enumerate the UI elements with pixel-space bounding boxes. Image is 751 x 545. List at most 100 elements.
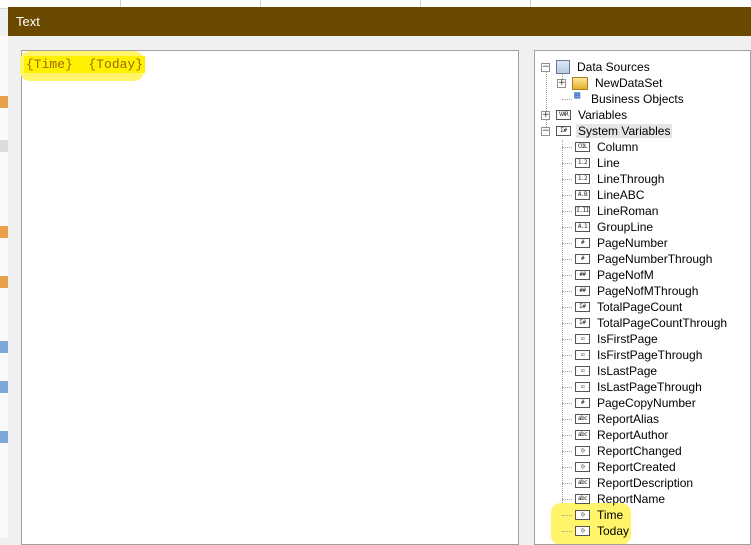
tree-node-label: Business Objects (591, 92, 684, 106)
tree-node-label: ReportAlias (597, 412, 660, 426)
expand-icon[interactable]: + (557, 78, 566, 88)
tree-node-system-variable[interactable]: A.1 GroupLine (575, 219, 655, 235)
tree-node-label: IsFirstPage (597, 332, 658, 346)
tree-node-label: ReportCreated (597, 460, 676, 474)
tree-node-system-variable[interactable]: Σ# TotalPageCount (575, 299, 684, 315)
collapse-icon[interactable]: − (541, 62, 550, 72)
tree-node-label: IsFirstPageThrough (597, 348, 703, 362)
tree-node-system-variable[interactable]: 1.2 Line (575, 155, 622, 171)
variable-type-icon: abc (575, 430, 590, 440)
tree-node-label: Column (597, 140, 639, 154)
system-variables-icon: Σ# (556, 126, 571, 136)
tree-node-system-variable[interactable]: ◷ Time (575, 507, 625, 523)
tree-node-system-variable[interactable]: ◷ ReportCreated (575, 459, 678, 475)
variable-type-icon: A.B (575, 190, 590, 200)
database-icon (556, 60, 570, 74)
tree-node-label: LineRoman (597, 204, 659, 218)
variable-type-icon: ◷ (575, 446, 590, 456)
variable-type-icon: abc (575, 494, 590, 504)
tree-node-label: PageNumberThrough (597, 252, 713, 266)
expand-icon[interactable]: + (541, 110, 550, 120)
tree-node-system-variables[interactable]: − Σ# System Variables (541, 123, 673, 139)
tree-node-label: ReportName (597, 492, 666, 506)
tree-connector (562, 515, 572, 516)
variable-type-icon: ## (575, 270, 590, 280)
tree-node-label: ReportChanged (597, 444, 682, 458)
tree-node-label: LineABC (597, 188, 645, 202)
tree-node-system-variable[interactable]: # PageNumber (575, 235, 670, 251)
variable-type-icon: COL (575, 142, 590, 152)
tree-node-new-data-set[interactable]: + NewDataSet (557, 75, 664, 91)
tree-node-label: System Variables (576, 124, 673, 138)
tree-node-system-variable[interactable]: ☑ IsLastPageThrough (575, 379, 704, 395)
expression-text[interactable]: {Time} {Today} (24, 56, 146, 73)
dialog-titlebar[interactable]: Text (8, 7, 751, 36)
tree-node-system-variable[interactable]: I.II LineRoman (575, 203, 660, 219)
tree-node-system-variable[interactable]: ## PageNofMThrough (575, 283, 700, 299)
tree-node-system-variable[interactable]: ◷ ReportChanged (575, 443, 684, 459)
tree-node-system-variable[interactable]: ## PageNofM (575, 267, 656, 283)
tree-connector (562, 291, 572, 292)
tree-node-label: Data Sources (577, 60, 650, 74)
background-peek-block (0, 140, 8, 152)
tree-node-variables[interactable]: + VAR Variables (541, 107, 629, 123)
background-peek-block (0, 431, 8, 443)
tree-connector (562, 211, 572, 212)
tree-node-label: ReportDescription (597, 476, 694, 490)
tree-node-system-variable[interactable]: ☑ IsFirstPageThrough (575, 347, 704, 363)
tree-node-data-sources[interactable]: − Data Sources (541, 59, 652, 75)
tree-node-label: IsLastPageThrough (597, 380, 702, 394)
variable-type-icon: abc (575, 478, 590, 488)
tree-connector (562, 371, 572, 372)
tree-node-system-variable[interactable]: ☑ IsLastPage (575, 363, 659, 379)
variable-type-icon: # (575, 398, 590, 408)
tree-node-label: PageNofMThrough (597, 284, 699, 298)
dictionary-tree[interactable]: − Data Sources + NewDataSet ▦ Business O… (534, 50, 751, 545)
tree-node-system-variable[interactable]: abc ReportAuthor (575, 427, 670, 443)
tree-node-system-variable[interactable]: COL Column (575, 139, 640, 155)
tree-connector (562, 403, 572, 404)
tree-connector (562, 259, 572, 260)
tree-connector (562, 483, 572, 484)
tree-node-system-variable[interactable]: ◷ Today (575, 523, 631, 539)
collapse-icon[interactable]: − (541, 126, 550, 136)
variable-type-icon: abc (575, 414, 590, 424)
variable-type-icon: ☑ (575, 350, 590, 360)
variable-type-icon: Σ# (575, 318, 590, 328)
tree-node-system-variable[interactable]: # PageCopyNumber (575, 395, 698, 411)
tree-node-system-variable[interactable]: abc ReportAlias (575, 411, 661, 427)
tree-connector (562, 163, 572, 164)
tree-node-system-variable[interactable]: abc ReportName (575, 491, 667, 507)
tree-node-business-objects[interactable]: ▦ Business Objects (562, 91, 686, 107)
tree-connector (562, 467, 572, 468)
tree-node-system-variable[interactable]: 1.2 LineThrough (575, 171, 666, 187)
tree-connector (562, 243, 572, 244)
tree-connector (562, 339, 572, 340)
tree-node-system-variable[interactable]: ☑ IsFirstPage (575, 331, 660, 347)
business-objects-icon: ▦ (574, 92, 580, 101)
variable-type-icon: 1.2 (575, 158, 590, 168)
tree-node-system-variable[interactable]: A.B LineABC (575, 187, 646, 203)
background-peek-block (0, 226, 8, 238)
text-editor-dialog: Text {Time} {Today} − Data Sources + New… (8, 7, 751, 545)
variable-type-icon: ◷ (575, 462, 590, 472)
tree-node-label: TotalPageCountThrough (597, 316, 728, 330)
tree-node-label: NewDataSet (595, 76, 663, 90)
background-peek-block (0, 96, 8, 108)
variables-icon: VAR (556, 110, 571, 120)
tree-node-system-variable[interactable]: abc ReportDescription (575, 475, 695, 491)
tree-connector (562, 227, 572, 228)
tree-node-system-variable[interactable]: Σ# TotalPageCountThrough (575, 315, 729, 331)
tree-connector (562, 195, 572, 196)
tree-node-label: LineThrough (597, 172, 665, 186)
tree-node-label: Variables (578, 108, 628, 122)
variable-type-icon: ## (575, 286, 590, 296)
tree-node-system-variable[interactable]: # PageNumberThrough (575, 251, 714, 267)
dialog-title: Text (16, 14, 40, 29)
tree-connector (562, 307, 572, 308)
tree-node-label: IsLastPage (597, 364, 658, 378)
tree-connector (562, 419, 572, 420)
tree-node-label: PageNumber (597, 236, 668, 250)
tree-node-label: PageCopyNumber (597, 396, 696, 410)
expression-text-area[interactable]: {Time} {Today} (20, 50, 519, 545)
